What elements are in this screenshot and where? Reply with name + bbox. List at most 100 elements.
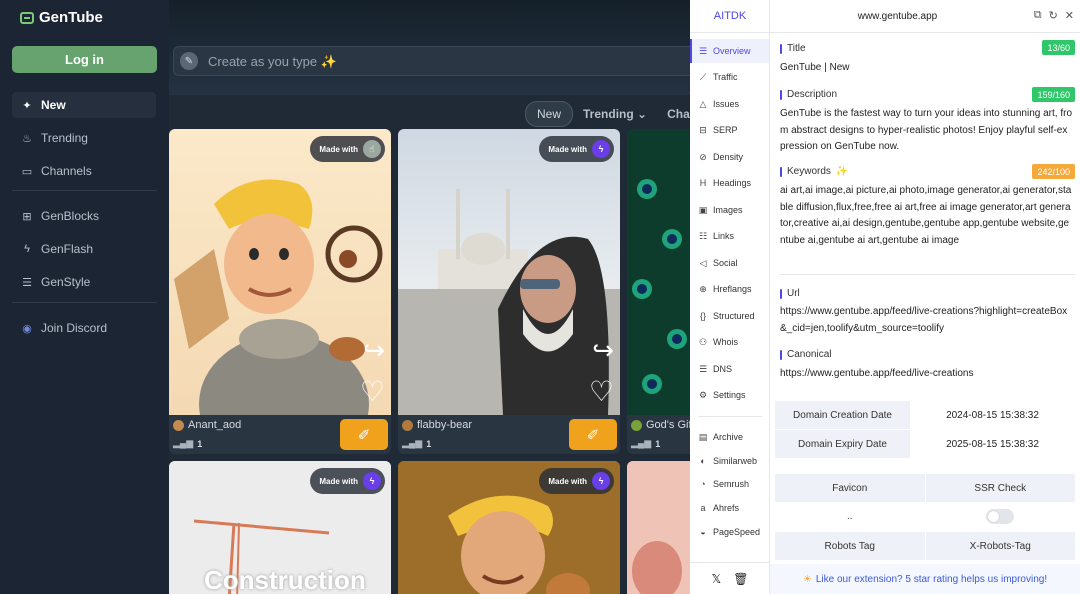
card-image: [398, 129, 620, 415]
aitdk-nav-headings[interactable]: H Headings: [690, 171, 769, 195]
remix-button[interactable]: ✐: [569, 419, 617, 450]
aitdk-nav-density[interactable]: ⊘ Density: [690, 145, 769, 169]
nav-label: Join Discord: [41, 321, 108, 335]
url-label: Url: [780, 288, 800, 299]
made-with-badge[interactable]: Made with ϟ: [539, 468, 614, 494]
creation-card[interactable]: Made with ϟ ↪ ♡ flabby-bear ▂▄▆ 1 ✐: [398, 129, 620, 454]
login-button[interactable]: Log in: [12, 46, 157, 73]
close-icon[interactable]: ✕: [1065, 9, 1074, 22]
gentube-logo[interactable]: GenTube: [20, 9, 103, 26]
gentube-main: ✎ New Trending ⌄ Char Made with ☝ ↪: [169, 0, 690, 594]
stat-count: 1: [197, 438, 203, 449]
x-twitter-icon[interactable]: 𝕏: [712, 572, 722, 586]
aitdk-nav-social[interactable]: ◁ Social: [690, 251, 769, 275]
made-with-badge[interactable]: Made with ☝: [310, 136, 385, 162]
domain-creation-row: Domain Creation Date 2024-08-15 15:38:32: [775, 401, 1075, 429]
gentube-icon: ϟ: [592, 140, 610, 158]
aitdk-nav-issues[interactable]: △ Issues: [690, 92, 769, 116]
aitdk-nav-pagespeed[interactable]: ◒ PageSpeed: [690, 520, 769, 544]
ahrefs-icon: a: [700, 503, 706, 513]
nav-label: GenStyle: [41, 275, 91, 289]
tab-new[interactable]: New: [525, 101, 574, 127]
serp-icon: ⊟: [699, 124, 707, 135]
prompt-bar[interactable]: ✎: [173, 46, 690, 76]
aitdk-nav-whois[interactable]: ⚇ Whois: [690, 330, 769, 354]
speed-icon: ◒: [700, 527, 706, 537]
nav-item-genblocks[interactable]: ⊞ GenBlocks: [12, 203, 156, 229]
card-author[interactable]: God's Gif: [631, 419, 690, 431]
magic-icon[interactable]: ✨: [836, 166, 848, 177]
made-with-badge[interactable]: Made with ϟ: [539, 136, 614, 162]
description-label: Description: [780, 89, 837, 100]
gear-icon: ⚙: [698, 389, 708, 400]
tv-logo-icon: [20, 11, 34, 24]
favicon-ssr-values: ..: [775, 502, 1075, 530]
creation-card[interactable]: Construction Made with ϟ: [169, 461, 391, 594]
card-author[interactable]: flabby-bear: [402, 419, 472, 431]
title-value: GenTube | New: [780, 62, 850, 73]
remix-button[interactable]: ✐: [340, 419, 388, 450]
creation-card[interactable]: [627, 461, 690, 594]
aitdk-nav: AITDK ☰ Overview ⟋ Traffic △ Issues ⊟ SERP ⊘…: [690, 0, 770, 594]
nav-item-genstyle[interactable]: ☰ GenStyle: [12, 269, 156, 295]
ssr-toggle[interactable]: [986, 508, 1015, 524]
card-stats: ▂▄▆ 1: [631, 438, 660, 449]
gentube-icon: ☝: [363, 140, 381, 158]
nav-item-genflash[interactable]: ϟ GenFlash: [12, 236, 156, 262]
aitdk-nav-archive[interactable]: ▤ Archive: [690, 425, 769, 449]
nav-item-channels[interactable]: ▭ Channels: [12, 158, 156, 184]
prompt-input[interactable]: [208, 53, 508, 69]
aitdk-nav-semrush[interactable]: ◔ Semrush: [690, 472, 769, 496]
nav-label: GenBlocks: [41, 209, 100, 223]
share-icon[interactable]: ↪: [363, 335, 385, 366]
creation-card[interactable]: Made with ϟ: [398, 461, 620, 594]
flame-icon: ♨: [22, 132, 32, 145]
nav-item-trending[interactable]: ♨ Trending: [12, 125, 156, 151]
nav-item-new[interactable]: ✦ New: [12, 92, 156, 118]
aitdk-nav-hreflangs[interactable]: ⊕ Hreflangs: [690, 277, 769, 301]
nav-item-discord[interactable]: ◉ Join Discord: [12, 315, 156, 341]
aitdk-nav-serp[interactable]: ⊟ SERP: [690, 118, 769, 142]
aitdk-nav-structured[interactable]: {} Structured: [690, 304, 769, 328]
creation-card[interactable]: God's Gif ▂▄▆ 1: [627, 129, 690, 454]
share-icon[interactable]: ↪: [592, 335, 614, 366]
aitdk-nav-images[interactable]: ▣ Images: [690, 198, 769, 222]
aitdk-nav-links[interactable]: ☷ Links: [690, 224, 769, 248]
creation-card[interactable]: Made with ☝ ↪ ♡ Anant_aod ▂▄▆ 1 ✐: [169, 129, 391, 454]
domain-expiry-value: 2025-08-15 15:38:32: [910, 430, 1075, 458]
keywords-label: Keywords ✨: [780, 166, 848, 177]
canonical-label: Canonical: [780, 349, 831, 360]
trash-icon[interactable]: 🗑: [733, 572, 748, 586]
rating-banner[interactable]: ☀ Like our extension? 5 star rating help…: [770, 564, 1080, 594]
aitdk-nav-dns[interactable]: ☰ DNS: [690, 357, 769, 381]
list-icon: ☰: [698, 45, 708, 56]
favicon-value: ..: [775, 502, 925, 530]
tab-trending[interactable]: Trending ⌄: [573, 102, 657, 126]
made-with-badge[interactable]: Made with ϟ: [310, 468, 385, 494]
aitdk-nav-traffic[interactable]: ⟋ Traffic: [690, 65, 769, 89]
lightning-icon: ϟ: [24, 243, 30, 255]
heart-icon[interactable]: ♡: [360, 375, 385, 408]
sparkle-icon: ✦: [22, 99, 32, 112]
tab-channels[interactable]: Char: [657, 102, 690, 126]
chart-icon: ⟋: [699, 71, 707, 82]
heart-icon[interactable]: ♡: [589, 375, 614, 408]
person-icon: ⚇: [698, 336, 708, 347]
divider: [12, 302, 157, 303]
domain-creation-value: 2024-08-15 15:38:32: [910, 401, 1075, 429]
gentube-sidebar: GenTube Log in ✦ New ♨ Trending ▭ Channe…: [0, 0, 169, 594]
aitdk-nav-ahrefs[interactable]: a Ahrefs: [690, 496, 769, 520]
chevron-down-icon: ⌄: [637, 107, 648, 121]
url-value[interactable]: https://www.gentube.app/feed/live-creati…: [780, 304, 1072, 337]
card-stats: ▂▄▆ 1: [402, 438, 431, 449]
aitdk-nav-settings[interactable]: ⚙ Settings: [690, 383, 769, 407]
card-author[interactable]: Anant_aod: [173, 419, 241, 431]
title-length-badge: 13/60: [1042, 40, 1075, 55]
aitdk-panel: AITDK ☰ Overview ⟋ Traffic △ Issues ⊟ SERP ⊘…: [690, 0, 1080, 594]
refresh-icon[interactable]: ↻: [1049, 9, 1058, 22]
aitdk-nav-overview[interactable]: ☰ Overview: [690, 39, 769, 63]
tv-icon: ▭: [21, 165, 33, 178]
canonical-value[interactable]: https://www.gentube.app/feed/live-creati…: [780, 366, 1072, 383]
crop-icon[interactable]: ⧉: [1034, 9, 1042, 22]
aitdk-nav-similarweb[interactable]: ◐ Similarweb: [690, 449, 769, 473]
